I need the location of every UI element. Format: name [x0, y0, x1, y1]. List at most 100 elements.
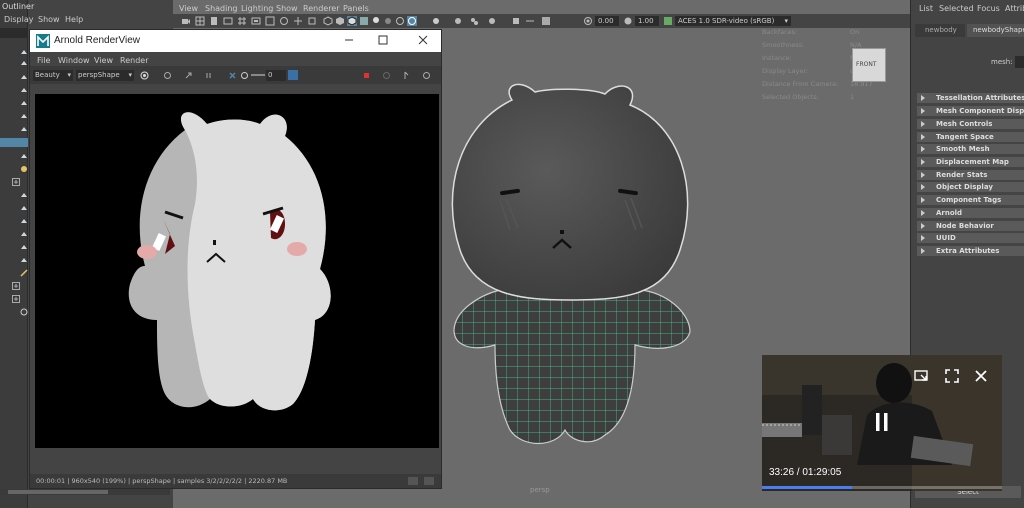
rv-menu-file[interactable]: File	[37, 56, 50, 65]
color-management-icon[interactable]	[541, 16, 551, 26]
outliner-row[interactable]	[20, 112, 28, 120]
ae-section[interactable]: Component Tags	[917, 195, 1024, 206]
fullscreen-icon[interactable]	[944, 368, 960, 384]
outliner-menu-display[interactable]: Display	[4, 15, 34, 24]
outliner-menu-help[interactable]: Help	[65, 15, 83, 24]
exposure-field[interactable]: 0.00	[595, 16, 619, 26]
field-chart-icon[interactable]	[293, 16, 303, 26]
ae-section[interactable]: Mesh Component Display	[917, 106, 1024, 117]
tab-newbodyshape[interactable]: newbodyShape	[967, 24, 1024, 37]
color-swatch-icon[interactable]	[288, 70, 298, 80]
compare-icon[interactable]	[204, 71, 213, 80]
viewport-menu-lighting[interactable]: Lighting	[241, 4, 273, 13]
outliner-row[interactable]	[20, 308, 28, 316]
rv-menu-view[interactable]: View	[94, 56, 113, 65]
aov-dropdown[interactable]: Beauty ▾	[33, 70, 73, 81]
view-transform-icon[interactable]	[663, 16, 673, 26]
exposure-icon[interactable]	[583, 16, 593, 26]
status-button-icon[interactable]	[408, 477, 418, 485]
film-gate-icon[interactable]	[251, 16, 261, 26]
backface-icon[interactable]	[511, 16, 521, 26]
viewport-menu-shading[interactable]: Shading	[205, 4, 238, 13]
stop-render-icon[interactable]	[362, 71, 371, 80]
minimize-icon[interactable]	[343, 34, 355, 46]
outliner-row[interactable]	[20, 152, 28, 160]
depth-of-field-icon[interactable]	[487, 16, 497, 26]
isolate-icon[interactable]	[431, 16, 441, 26]
outliner-row[interactable]	[20, 217, 28, 225]
close-icon[interactable]	[973, 368, 989, 384]
crop-region-icon[interactable]	[163, 71, 172, 80]
ae-section[interactable]: Extra Attributes	[917, 246, 1024, 257]
exposure-field[interactable]: 0	[266, 70, 286, 81]
outliner-row[interactable]	[20, 86, 28, 94]
rv-menu-window[interactable]: Window	[58, 56, 90, 65]
ambient-occlusion-icon[interactable]	[395, 16, 405, 26]
ae-section[interactable]: Render Stats	[917, 170, 1024, 181]
camera-icon[interactable]	[181, 16, 191, 26]
outliner-row[interactable]	[20, 99, 28, 107]
smooth-shade-icon[interactable]	[335, 16, 345, 26]
outliner-row[interactable]	[20, 269, 28, 277]
outliner-row[interactable]	[20, 48, 28, 56]
ae-section[interactable]: Node Behavior	[917, 221, 1024, 232]
viewport-menu-show[interactable]: Show	[276, 4, 298, 13]
ae-menu-list[interactable]: List	[919, 4, 933, 13]
scrollbar-thumb[interactable]	[8, 490, 108, 494]
render-view-titlebar[interactable]: Arnold RenderView	[30, 30, 441, 52]
ae-section[interactable]: Arnold	[917, 208, 1024, 219]
ae-menu-attributes[interactable]: Attributes	[1005, 4, 1024, 13]
ae-menu-selected[interactable]: Selected	[939, 4, 974, 13]
pip-icon[interactable]	[913, 368, 931, 384]
outliner-scrollbar[interactable]	[0, 489, 170, 495]
pause-icon[interactable]	[874, 412, 890, 432]
view-cube[interactable]: FRONT	[852, 48, 886, 82]
render-canvas[interactable]	[35, 94, 439, 448]
rv-menu-render[interactable]: Render	[120, 56, 148, 65]
gate-mask-icon[interactable]	[279, 16, 289, 26]
viewport-menu-renderer[interactable]: Renderer	[303, 4, 340, 13]
outliner-row[interactable]	[12, 282, 20, 290]
ae-section[interactable]: Mesh Controls	[917, 119, 1024, 130]
outliner-row-selected[interactable]	[0, 138, 28, 147]
status-button-icon[interactable]	[424, 477, 434, 485]
gamma-field[interactable]: 1.00	[635, 16, 659, 26]
colorspace-dropdown[interactable]: ACES 1.0 SDR-video (sRGB) ▾	[675, 16, 791, 26]
settings-icon[interactable]	[422, 71, 431, 80]
mesh-name-field[interactable]	[1015, 56, 1024, 68]
gamma-icon[interactable]	[623, 16, 633, 26]
outliner-row[interactable]	[12, 178, 20, 186]
ae-section[interactable]: Object Display	[917, 182, 1024, 193]
grid-display-icon[interactable]	[237, 16, 247, 26]
debug-shading-icon[interactable]	[228, 71, 237, 80]
bookmark-icon[interactable]	[209, 16, 219, 26]
outliner-search-field[interactable]	[0, 28, 28, 38]
exposure-icon[interactable]	[240, 71, 249, 80]
hud-icon[interactable]	[525, 16, 535, 26]
grid-icon[interactable]	[195, 16, 205, 26]
ae-menu-focus[interactable]: Focus	[977, 4, 1000, 13]
resolution-gate-icon[interactable]	[265, 16, 275, 26]
multisample-icon[interactable]	[469, 16, 479, 26]
textured-icon[interactable]	[359, 16, 369, 26]
viewport-menu-panels[interactable]: Panels	[343, 4, 369, 13]
outliner-row[interactable]	[12, 295, 20, 303]
viewport-menu-view[interactable]: View	[179, 4, 198, 13]
motion-blur-icon[interactable]	[453, 16, 463, 26]
outliner-row[interactable]	[20, 204, 28, 212]
maximize-icon[interactable]	[377, 34, 389, 46]
tab-newbody[interactable]: newbody	[915, 24, 965, 37]
outliner-row[interactable]	[20, 73, 28, 81]
ae-section[interactable]: Tessellation Attributes	[917, 93, 1024, 104]
lights-icon[interactable]	[371, 16, 381, 26]
wireframe-on-shaded-icon[interactable]	[347, 16, 357, 26]
viewport-character-mesh[interactable]	[440, 80, 710, 450]
ae-section[interactable]: Smooth Mesh	[917, 144, 1024, 155]
ipr-icon[interactable]	[402, 71, 411, 80]
outliner-row[interactable]	[20, 230, 28, 238]
progress-bar[interactable]	[762, 486, 1002, 489]
wireframe-icon[interactable]	[323, 16, 333, 26]
outliner-row[interactable]	[20, 243, 28, 251]
image-plane-icon[interactable]	[223, 16, 233, 26]
snapshot-icon[interactable]	[184, 71, 193, 80]
